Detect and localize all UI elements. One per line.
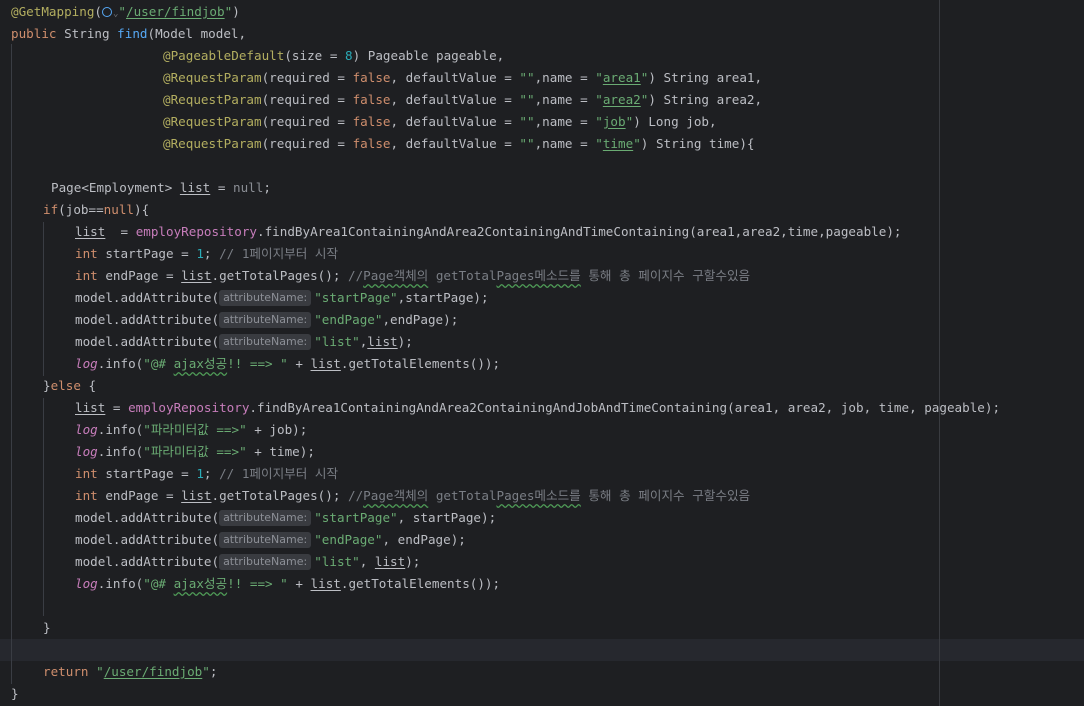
- code-line[interactable]: model.addAttribute(attributeName: "endPag…: [75, 529, 466, 551]
- code-editor[interactable]: @GetMapping(⌄"/user/findjob") public Str…: [0, 0, 1084, 706]
- code-line[interactable]: log.info("파라미터값 ==>" + time);: [75, 441, 315, 463]
- code-line[interactable]: int endPage = list.getTotalPages(); //Pa…: [75, 485, 750, 507]
- code-line[interactable]: public String find(Model model,: [11, 23, 246, 45]
- code-line[interactable]: @GetMapping(⌄"/user/findjob"): [11, 1, 240, 23]
- code-line[interactable]: list = employRepository.findByArea1Conta…: [75, 397, 1000, 419]
- indent-guide: [43, 222, 44, 376]
- code-line[interactable]: }: [43, 617, 51, 639]
- code-line[interactable]: model.addAttribute(attributeName: "startP…: [75, 287, 489, 309]
- code-line[interactable]: }: [11, 683, 19, 705]
- parameter-hint: attributeName:: [219, 532, 312, 548]
- code-line[interactable]: log.info("파라미터값 ==>" + job);: [75, 419, 307, 441]
- code-line[interactable]: log.info("@# ajax성공!! ==> " + list.getTo…: [75, 573, 500, 595]
- code-line[interactable]: model.addAttribute(attributeName: "endPag…: [75, 309, 458, 331]
- code-line[interactable]: list = employRepository.findByArea1Conta…: [75, 221, 902, 243]
- parameter-hint: attributeName:: [219, 312, 312, 328]
- code-line[interactable]: @RequestParam(required = false, defaultV…: [163, 89, 762, 111]
- indent-guide: [11, 44, 12, 684]
- code-line[interactable]: if(job==null){: [43, 199, 149, 221]
- code-line[interactable]: return "/user/findjob";: [43, 661, 217, 683]
- code-line[interactable]: int endPage = list.getTotalPages(); //Pa…: [75, 265, 750, 287]
- parameter-hint: attributeName:: [219, 510, 312, 526]
- route-path-link[interactable]: /user/findjob: [126, 4, 225, 19]
- get-mapping-annotation: @GetMapping: [11, 4, 95, 19]
- indent-guide: [43, 398, 44, 616]
- parameter-hint: attributeName:: [219, 334, 312, 350]
- code-line[interactable]: @RequestParam(required = false, defaultV…: [163, 133, 755, 155]
- code-line[interactable]: @PageableDefault(size = 8) Pageable page…: [163, 45, 504, 67]
- code-line[interactable]: model.addAttribute(attributeName: "startP…: [75, 507, 496, 529]
- code-line[interactable]: log.info("@# ajax성공!! ==> " + list.getTo…: [75, 353, 500, 375]
- code-line[interactable]: int startPage = 1; // 1페이지부터 시작: [75, 243, 338, 265]
- current-line-highlight: [0, 639, 1084, 661]
- code-line[interactable]: int startPage = 1; // 1페이지부터 시작: [75, 463, 338, 485]
- parameter-hint: attributeName:: [219, 554, 312, 570]
- code-line[interactable]: }else {: [43, 375, 96, 397]
- code-line[interactable]: Page<Employment> list = null;: [51, 177, 271, 199]
- right-margin-guide: [939, 0, 940, 706]
- code-line[interactable]: model.addAttribute(attributeName: "list",…: [75, 331, 413, 353]
- code-line[interactable]: model.addAttribute(attributeName: "list",…: [75, 551, 420, 573]
- globe-icon[interactable]: [102, 7, 112, 17]
- parameter-hint: attributeName:: [219, 290, 312, 306]
- code-line[interactable]: @RequestParam(required = false, defaultV…: [163, 67, 762, 89]
- code-line[interactable]: @RequestParam(required = false, defaultV…: [163, 111, 717, 133]
